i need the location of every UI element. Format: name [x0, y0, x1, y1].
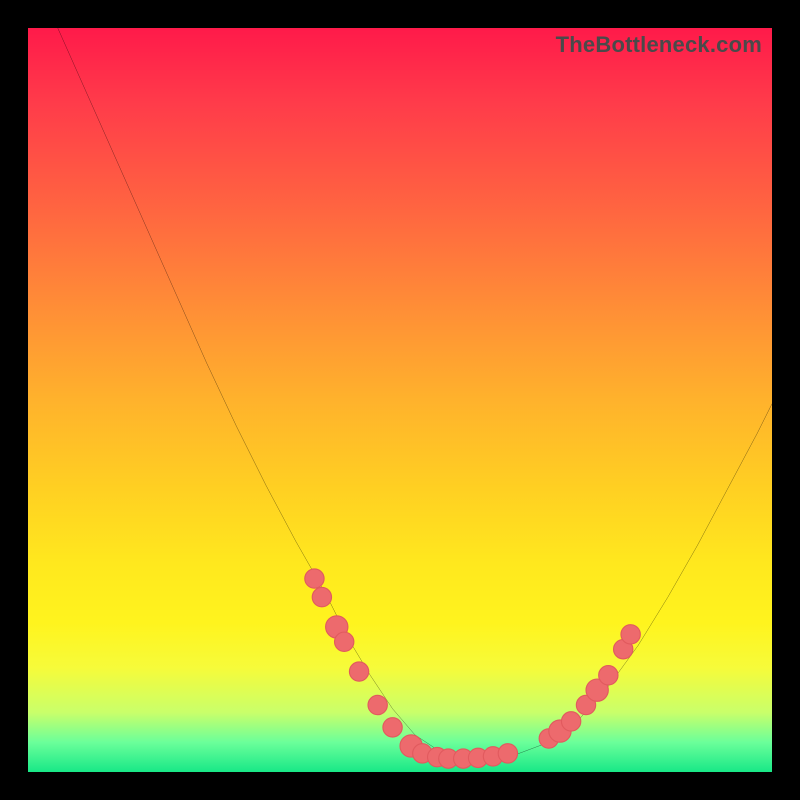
curve-marker: [599, 666, 618, 685]
curve-markers: [305, 569, 641, 768]
curve-marker: [335, 632, 354, 651]
curve-marker: [621, 625, 640, 644]
plot-area: TheBottleneck.com: [28, 28, 772, 772]
chart-frame: TheBottleneck.com: [0, 0, 800, 800]
curve-marker: [368, 695, 387, 714]
curve-marker: [561, 712, 580, 731]
curve-marker: [383, 718, 402, 737]
curve-marker: [305, 569, 324, 588]
bottleneck-curve: [28, 0, 772, 757]
chart-svg: [28, 28, 772, 772]
curve-marker: [498, 744, 517, 763]
curve-marker: [349, 662, 368, 681]
curve-marker: [312, 587, 331, 606]
